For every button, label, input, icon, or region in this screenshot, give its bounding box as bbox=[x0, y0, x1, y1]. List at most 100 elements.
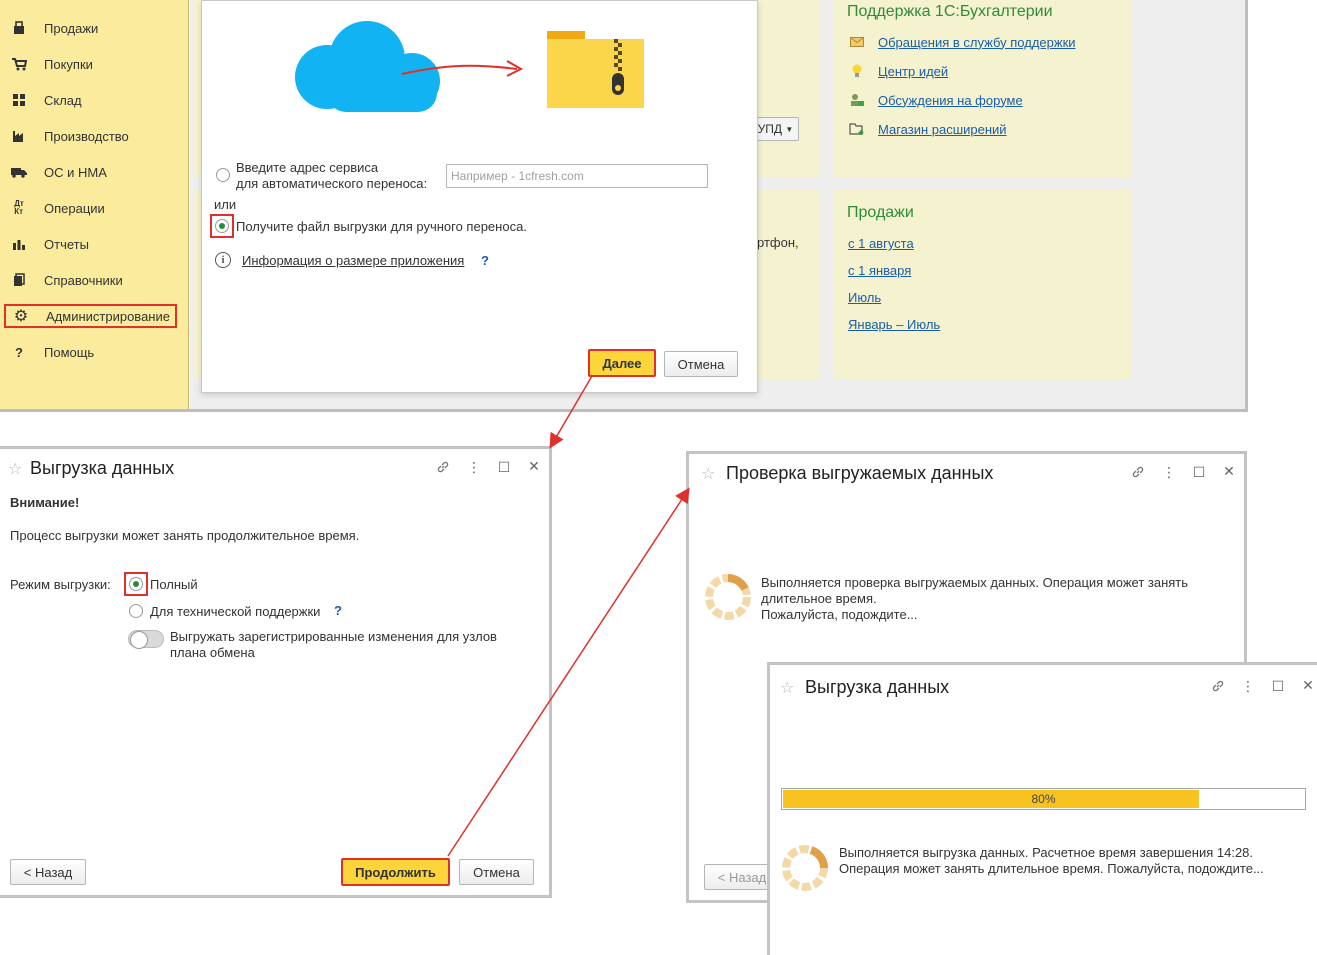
more-icon[interactable]: ⋮ bbox=[466, 459, 482, 476]
support-panel bbox=[833, 0, 1131, 178]
loading-spinner-icon bbox=[782, 845, 828, 891]
transfer-dialog: Введите адрес сервиса для автоматическог… bbox=[201, 0, 758, 393]
progress-dialog: ☆ Выгрузка данных ⋮ ☐ ✕ 80% Выполняется … bbox=[767, 662, 1317, 955]
app-size-info-link[interactable]: Информация о размере приложения bbox=[242, 253, 464, 268]
sales-link-from-january[interactable]: с 1 января bbox=[848, 263, 911, 278]
toggle-label-line1: Выгружать зарегистрированные изменения д… bbox=[170, 629, 497, 644]
export-progress-bar: 80% bbox=[781, 788, 1306, 810]
sidebar-item-label: ОС и НМА bbox=[44, 164, 107, 180]
support-link-label: Обсуждения на форуме bbox=[878, 92, 1023, 108]
link-icon[interactable] bbox=[1130, 465, 1146, 482]
upd-button-label: УПД bbox=[757, 122, 783, 136]
envelope-icon bbox=[848, 34, 866, 50]
more-icon[interactable]: ⋮ bbox=[1161, 464, 1177, 481]
back-button[interactable]: < Назад bbox=[10, 859, 86, 885]
sidebar-item-label: Покупки bbox=[44, 56, 93, 72]
auto-transfer-radio[interactable] bbox=[216, 168, 230, 182]
question-icon: ? bbox=[15, 344, 23, 360]
cancel-button[interactable]: Отмена bbox=[664, 351, 738, 377]
progress-label: 80% bbox=[1031, 792, 1056, 806]
gear-icon: ⚙ bbox=[13, 308, 29, 325]
sales-link-july[interactable]: Июль bbox=[848, 290, 881, 305]
export-changes-toggle[interactable] bbox=[128, 630, 164, 649]
manual-transfer-label: Получите файл выгрузки для ручного перен… bbox=[236, 219, 527, 234]
warning-description: Процесс выгрузки может занять продолжите… bbox=[10, 528, 360, 543]
loading-spinner-icon bbox=[705, 574, 751, 620]
mode-support-radio[interactable] bbox=[129, 604, 143, 618]
maximize-icon[interactable]: ☐ bbox=[496, 459, 512, 476]
star-icon[interactable]: ☆ bbox=[8, 459, 22, 479]
status-line2: Операция может занять длительное время. … bbox=[839, 861, 1264, 876]
sales-section-title: Продажи bbox=[847, 204, 914, 221]
zip-folder-icon bbox=[547, 31, 644, 108]
debit-credit-icon: Дт Кт bbox=[14, 199, 24, 216]
folder-plus-icon bbox=[848, 121, 866, 137]
truck-icon bbox=[10, 164, 28, 180]
sidebar-item-warehouse[interactable]: Склад bbox=[4, 88, 177, 112]
sidebar-item-label: Отчеты bbox=[44, 236, 89, 252]
background-text-fragment: ртфон, bbox=[757, 235, 799, 250]
chevron-down-icon: ▼ bbox=[785, 124, 794, 134]
close-icon[interactable]: ✕ bbox=[526, 458, 542, 475]
sidebar-item-label: Администрирование bbox=[46, 308, 170, 324]
link-icon[interactable] bbox=[435, 460, 451, 477]
sidebar-item-reports[interactable]: Отчеты bbox=[4, 232, 177, 256]
mode-support-label: Для технической поддержки bbox=[150, 604, 321, 619]
sales-link-january-july[interactable]: Январь – Июль bbox=[848, 317, 940, 332]
support-link-tickets[interactable]: Обращения в службу поддержки bbox=[848, 33, 1076, 51]
auto-transfer-label-line2: для автоматического переноса: bbox=[236, 176, 428, 191]
maximize-icon[interactable]: ☐ bbox=[1191, 464, 1207, 481]
star-icon[interactable]: ☆ bbox=[701, 464, 715, 484]
cancel-button[interactable]: Отмена bbox=[459, 859, 534, 885]
sidebar-item-references[interactable]: Справочники bbox=[4, 268, 177, 292]
support-link-forum[interactable]: Обсуждения на форуме bbox=[848, 91, 1023, 109]
or-label: или bbox=[214, 197, 237, 212]
sidebar-item-administration[interactable]: ⚙ Администрирование bbox=[4, 304, 177, 328]
support-link-store[interactable]: Магазин расширений bbox=[848, 120, 1007, 138]
books-icon bbox=[10, 272, 28, 288]
cloud-to-archive-illustration bbox=[295, 21, 644, 112]
sales-link-from-august[interactable]: с 1 августа bbox=[848, 236, 914, 251]
export-dialog: ☆ Выгрузка данных ⋮ ☐ ✕ Внимание! Процес… bbox=[0, 446, 552, 898]
lightbulb-icon bbox=[848, 63, 866, 79]
mode-full-radio[interactable] bbox=[129, 577, 143, 591]
manual-transfer-radio[interactable] bbox=[215, 219, 229, 233]
status-line3: Пожалуйста, подождите... bbox=[761, 607, 918, 622]
status-line1: Выполняется выгрузка данных. Расчетное в… bbox=[839, 845, 1254, 860]
top-screenshot: Продажи Покупки Склад Производство ОС и … bbox=[0, 0, 1248, 412]
upd-dropdown-button[interactable]: УПД ▼ bbox=[752, 117, 799, 141]
factory-icon bbox=[10, 128, 28, 144]
close-icon[interactable]: ✕ bbox=[1300, 677, 1316, 694]
sidebar-item-sales[interactable]: Продажи bbox=[4, 16, 177, 40]
service-address-input[interactable]: Например - 1cfresh.com bbox=[446, 164, 708, 188]
sidebar-item-assets[interactable]: ОС и НМА bbox=[4, 160, 177, 184]
help-icon[interactable]: ? bbox=[481, 253, 489, 268]
support-link-label: Обращения в службу поддержки bbox=[878, 34, 1076, 50]
sidebar-item-label: Склад bbox=[44, 92, 82, 108]
next-button[interactable]: Далее bbox=[588, 349, 656, 377]
mode-full-label: Полный bbox=[150, 577, 198, 592]
sidebar-item-operations[interactable]: Дт Кт Операции bbox=[4, 196, 177, 220]
support-section-title: Поддержка 1С:Бухгалтерии bbox=[847, 3, 1053, 20]
link-icon[interactable] bbox=[1210, 679, 1226, 696]
sidebar-item-label: Справочники bbox=[44, 272, 123, 288]
warehouse-icon bbox=[10, 92, 28, 108]
maximize-icon[interactable]: ☐ bbox=[1270, 678, 1286, 695]
help-icon[interactable]: ? bbox=[334, 603, 342, 618]
info-icon: i bbox=[215, 252, 231, 268]
cloud-icon bbox=[295, 21, 440, 112]
close-icon[interactable]: ✕ bbox=[1221, 463, 1237, 480]
more-icon[interactable]: ⋮ bbox=[1240, 678, 1256, 695]
continue-button[interactable]: Продолжить bbox=[341, 858, 450, 886]
sidebar-item-label: Операции bbox=[44, 200, 105, 216]
cart-icon bbox=[10, 56, 28, 72]
auto-transfer-label-line1: Введите адрес сервиса bbox=[236, 160, 379, 175]
star-icon[interactable]: ☆ bbox=[780, 678, 794, 698]
sidebar-item-help[interactable]: ? Помощь bbox=[4, 340, 177, 364]
sidebar-item-production[interactable]: Производство bbox=[4, 124, 177, 148]
cart-sales-icon bbox=[10, 20, 28, 36]
sidebar-item-label: Помощь bbox=[44, 344, 95, 360]
sidebar-item-purchases[interactable]: Покупки bbox=[4, 52, 177, 76]
bar-chart-icon bbox=[10, 236, 28, 252]
support-link-ideas[interactable]: Центр идей bbox=[848, 62, 948, 80]
